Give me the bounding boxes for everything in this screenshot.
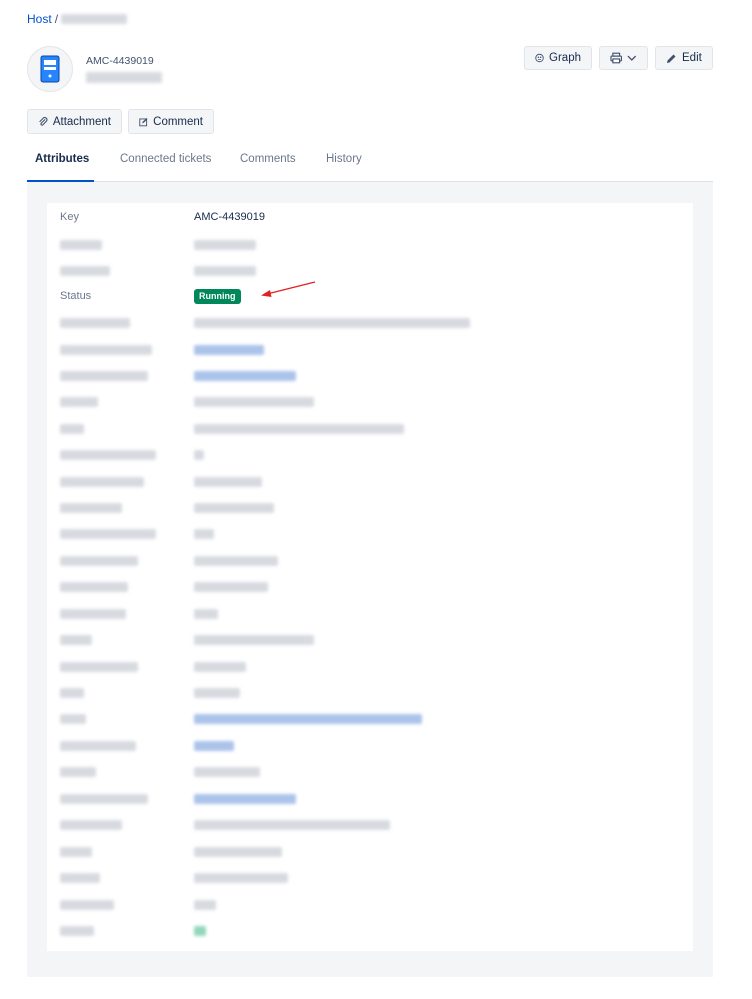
attribute-row	[47, 421, 693, 437]
attribute-row	[47, 738, 693, 754]
tab-connected-tickets[interactable]: Connected tickets	[120, 153, 211, 165]
attachment-button[interactable]: Attachment	[27, 109, 122, 134]
attribute-row	[47, 685, 693, 701]
attribute-row	[47, 606, 693, 622]
tab-attributes[interactable]: Attributes	[35, 153, 89, 165]
attribute-row	[47, 474, 693, 490]
attribute-row	[47, 526, 693, 542]
tab-history[interactable]: History	[326, 153, 362, 165]
paperclip-icon	[39, 116, 48, 126]
comment-icon	[139, 117, 148, 126]
printer-icon	[610, 52, 623, 64]
attribute-row	[47, 315, 693, 331]
object-key: AMC-4439019	[86, 55, 154, 67]
attachment-button-label: Attachment	[52, 115, 111, 128]
attribute-row	[47, 553, 693, 569]
pencil-icon	[667, 54, 676, 63]
attribute-row	[47, 870, 693, 886]
edit-button-label: Edit	[682, 52, 702, 64]
attribute-label: Key	[60, 211, 79, 223]
attribute-row	[47, 342, 693, 358]
attribute-row	[47, 791, 693, 807]
graph-button-label: Graph	[549, 52, 581, 64]
attribute-label: Status	[60, 290, 92, 302]
attribute-row	[47, 263, 693, 279]
breadcrumb-object-name	[61, 14, 128, 24]
attribute-row	[47, 394, 693, 410]
attribute-row	[47, 817, 693, 833]
chevron-down-icon	[627, 55, 637, 61]
attribute-row	[47, 764, 693, 780]
attributes-panel: Key AMC-4439019 Status Running	[27, 182, 713, 977]
graph-icon	[535, 53, 544, 63]
header-actions: Graph Edit	[524, 46, 713, 70]
annotation-arrow	[261, 281, 316, 297]
breadcrumb-host-link[interactable]: Host	[27, 12, 52, 26]
object-header: AMC-4439019 Graph Edit	[27, 46, 713, 96]
attributes-card: Key AMC-4439019 Status Running	[47, 203, 693, 951]
status-badge: Running	[194, 289, 241, 304]
attribute-row	[47, 923, 693, 939]
edit-button[interactable]: Edit	[655, 46, 713, 70]
attribute-row	[47, 844, 693, 860]
attribute-row	[47, 500, 693, 516]
comment-button-label: Comment	[153, 115, 203, 128]
server-icon	[27, 46, 73, 92]
print-menu-button[interactable]	[599, 46, 648, 70]
breadcrumb: Host /	[27, 12, 128, 26]
breadcrumb-separator: /	[54, 12, 59, 26]
attribute-row	[47, 368, 693, 384]
object-tabs: Attributes Connected tickets Comments Hi…	[27, 145, 713, 182]
attribute-row	[47, 897, 693, 913]
attribute-row	[47, 632, 693, 648]
attribute-row	[47, 579, 693, 595]
attribute-row-status: Status Running	[47, 289, 693, 305]
attribute-row	[47, 711, 693, 727]
object-toolbar: Attachment Comment	[27, 109, 214, 134]
tab-comments[interactable]: Comments	[240, 153, 296, 165]
object-name	[86, 72, 162, 86]
attribute-value: AMC-4439019	[194, 211, 265, 223]
attribute-row-key: Key AMC-4439019	[47, 210, 693, 226]
attribute-row	[47, 447, 693, 463]
comment-button[interactable]: Comment	[128, 109, 214, 134]
attribute-row	[47, 659, 693, 675]
attribute-row	[47, 237, 693, 253]
graph-button[interactable]: Graph	[524, 46, 592, 70]
